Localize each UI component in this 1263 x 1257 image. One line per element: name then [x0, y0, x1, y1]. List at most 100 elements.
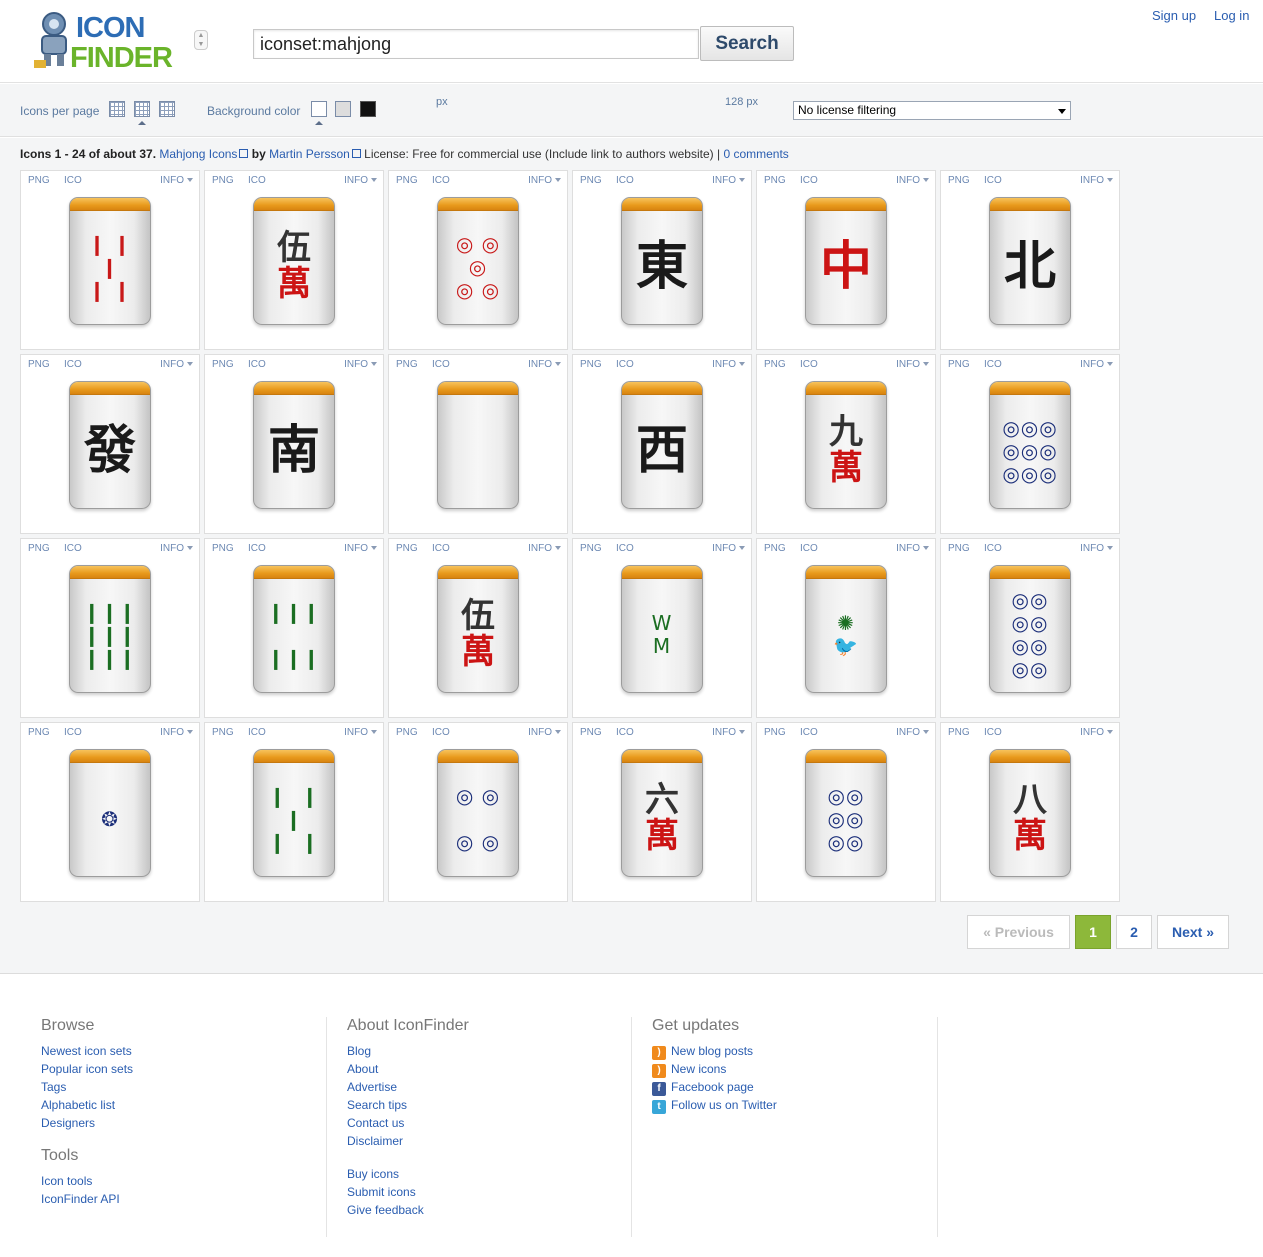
- icon-cell-character-5-alt[interactable]: PNG ICO INFO 伍萬: [388, 538, 568, 718]
- info-dropdown[interactable]: INFO: [896, 175, 929, 186]
- comments-link[interactable]: 0 comments: [723, 147, 788, 161]
- info-dropdown[interactable]: INFO: [1080, 543, 1113, 554]
- footer-link-blog[interactable]: Blog: [347, 1042, 631, 1060]
- mahjong-tile-icon[interactable]: ❙❙❙ ❙❙❙ ❙❙❙: [69, 565, 151, 693]
- mahjong-tile-icon[interactable]: 南: [253, 381, 335, 509]
- png-download-link[interactable]: PNG: [28, 175, 50, 186]
- icon-cell-circle-9[interactable]: PNG ICO INFO ◎◎◎ ◎◎◎ ◎◎◎: [940, 354, 1120, 534]
- footer-link-search-tips[interactable]: Search tips: [347, 1096, 631, 1114]
- ico-download-link[interactable]: ICO: [800, 175, 818, 186]
- info-dropdown[interactable]: INFO: [528, 727, 561, 738]
- png-download-link[interactable]: PNG: [212, 175, 234, 186]
- icon-cell-bamboo-4[interactable]: PNG ICO INFO ❙ ❙ ❙ ❙ ❙: [204, 722, 384, 902]
- ico-download-link[interactable]: ICO: [984, 543, 1002, 554]
- signup-link[interactable]: Sign up: [1152, 8, 1196, 23]
- ico-download-link[interactable]: ICO: [64, 359, 82, 370]
- iconset-link[interactable]: Mahjong Icons: [159, 147, 249, 161]
- grid-medium-icon[interactable]: [134, 101, 150, 117]
- footer-link-about[interactable]: About: [347, 1060, 631, 1078]
- png-download-link[interactable]: PNG: [580, 359, 602, 370]
- icon-cell-bamboo-9[interactable]: PNG ICO INFO ❙❙❙ ❙❙❙ ❙❙❙: [20, 538, 200, 718]
- mahjong-tile-icon[interactable]: ✺ 🐦: [805, 565, 887, 693]
- mahjong-tile-icon[interactable]: ❙❙❙ ❙❙❙: [253, 565, 335, 693]
- info-dropdown[interactable]: INFO: [712, 175, 745, 186]
- info-dropdown[interactable]: INFO: [896, 359, 929, 370]
- page-2-button[interactable]: 2: [1116, 915, 1152, 949]
- png-download-link[interactable]: PNG: [28, 359, 50, 370]
- mahjong-tile-icon[interactable]: 北: [989, 197, 1071, 325]
- mahjong-tile-icon[interactable]: ❙ ❙ ❙ ❙ ❙: [253, 749, 335, 877]
- mahjong-tile-icon[interactable]: ❙ ❙ ❙ ❙ ❙: [69, 197, 151, 325]
- ico-download-link[interactable]: ICO: [984, 175, 1002, 186]
- icon-cell-character-9[interactable]: PNG ICO INFO 九萬: [756, 354, 936, 534]
- ico-download-link[interactable]: ICO: [432, 359, 450, 370]
- ico-download-link[interactable]: ICO: [616, 359, 634, 370]
- footer-link-icons-feed[interactable]: ) New icons: [652, 1060, 937, 1078]
- mahjong-tile-icon[interactable]: ❂: [69, 749, 151, 877]
- png-download-link[interactable]: PNG: [28, 727, 50, 738]
- ico-download-link[interactable]: ICO: [432, 543, 450, 554]
- search-input[interactable]: [253, 29, 699, 59]
- background-white-icon[interactable]: [311, 101, 327, 117]
- info-dropdown[interactable]: INFO: [344, 543, 377, 554]
- footer-link-api[interactable]: IconFinder API: [41, 1190, 326, 1208]
- footer-link-advertise[interactable]: Advertise: [347, 1078, 631, 1096]
- info-dropdown[interactable]: INFO: [160, 175, 193, 186]
- icon-cell-circle-8[interactable]: PNG ICO INFO ◎◎ ◎◎ ◎◎ ◎◎: [940, 538, 1120, 718]
- footer-link-popular[interactable]: Popular icon sets: [41, 1060, 326, 1078]
- png-download-link[interactable]: PNG: [396, 543, 418, 554]
- ico-download-link[interactable]: ICO: [616, 543, 634, 554]
- background-black-icon[interactable]: [360, 101, 376, 117]
- icon-cell-bamboo-6[interactable]: PNG ICO INFO ❙❙❙ ❙❙❙: [204, 538, 384, 718]
- info-dropdown[interactable]: INFO: [712, 359, 745, 370]
- info-dropdown[interactable]: INFO: [344, 727, 377, 738]
- ico-download-link[interactable]: ICO: [64, 727, 82, 738]
- mahjong-tile-icon[interactable]: 六萬: [621, 749, 703, 877]
- mahjong-tile-icon[interactable]: 伍萬: [437, 565, 519, 693]
- author-link[interactable]: Martin Persson: [269, 147, 361, 161]
- footer-link-submit-icons[interactable]: Submit icons: [347, 1183, 631, 1201]
- info-dropdown[interactable]: INFO: [1080, 727, 1113, 738]
- icon-cell-bamboo-8[interactable]: PNG ICO INFO W M: [572, 538, 752, 718]
- info-dropdown[interactable]: INFO: [528, 543, 561, 554]
- png-download-link[interactable]: PNG: [580, 727, 602, 738]
- mahjong-tile-icon[interactable]: 發: [69, 381, 151, 509]
- ico-download-link[interactable]: ICO: [432, 175, 450, 186]
- icon-cell-bamboo-1[interactable]: PNG ICO INFO ✺ 🐦: [756, 538, 936, 718]
- mahjong-tile-icon[interactable]: ◎◎◎ ◎◎◎ ◎◎◎: [989, 381, 1071, 509]
- icon-cell-character-6[interactable]: PNG ICO INFO 六萬: [572, 722, 752, 902]
- info-dropdown[interactable]: INFO: [528, 175, 561, 186]
- footer-link-feedback[interactable]: Give feedback: [347, 1201, 631, 1219]
- ico-download-link[interactable]: ICO: [984, 359, 1002, 370]
- footer-link-icon-tools[interactable]: Icon tools: [41, 1172, 326, 1190]
- login-link[interactable]: Log in: [1214, 8, 1249, 23]
- mahjong-tile-icon[interactable]: [437, 381, 519, 509]
- ico-download-link[interactable]: ICO: [432, 727, 450, 738]
- info-dropdown[interactable]: INFO: [344, 175, 377, 186]
- footer-link-designers[interactable]: Designers: [41, 1114, 326, 1132]
- info-dropdown[interactable]: INFO: [1080, 359, 1113, 370]
- mahjong-tile-icon[interactable]: 西: [621, 381, 703, 509]
- ico-download-link[interactable]: ICO: [984, 727, 1002, 738]
- info-dropdown[interactable]: INFO: [896, 727, 929, 738]
- background-gray-icon[interactable]: [335, 101, 351, 117]
- icon-cell-circle-6[interactable]: PNG ICO INFO ◎◎ ◎◎ ◎◎: [756, 722, 936, 902]
- png-download-link[interactable]: PNG: [396, 359, 418, 370]
- grid-large-icon[interactable]: [159, 101, 175, 117]
- mahjong-tile-icon[interactable]: ◎ ◎ ◎ ◎ ◎: [437, 197, 519, 325]
- grid-small-icon[interactable]: [109, 101, 125, 117]
- icon-cell-character-5[interactable]: PNG ICO INFO 伍萬: [204, 170, 384, 350]
- icon-cell-dragon-red[interactable]: PNG ICO INFO 中: [756, 170, 936, 350]
- info-dropdown[interactable]: INFO: [160, 359, 193, 370]
- next-page-button[interactable]: Next »: [1157, 915, 1229, 949]
- icon-cell-wind-west[interactable]: PNG ICO INFO 西: [572, 354, 752, 534]
- icon-cell-dragon-white[interactable]: PNG ICO INFO: [388, 354, 568, 534]
- png-download-link[interactable]: PNG: [948, 727, 970, 738]
- png-download-link[interactable]: PNG: [212, 727, 234, 738]
- ico-download-link[interactable]: ICO: [800, 543, 818, 554]
- info-dropdown[interactable]: INFO: [712, 727, 745, 738]
- ico-download-link[interactable]: ICO: [248, 727, 266, 738]
- png-download-link[interactable]: PNG: [580, 175, 602, 186]
- icon-cell-circle-1[interactable]: PNG ICO INFO ❂: [20, 722, 200, 902]
- license-filter-select[interactable]: No license filtering: [793, 101, 1071, 120]
